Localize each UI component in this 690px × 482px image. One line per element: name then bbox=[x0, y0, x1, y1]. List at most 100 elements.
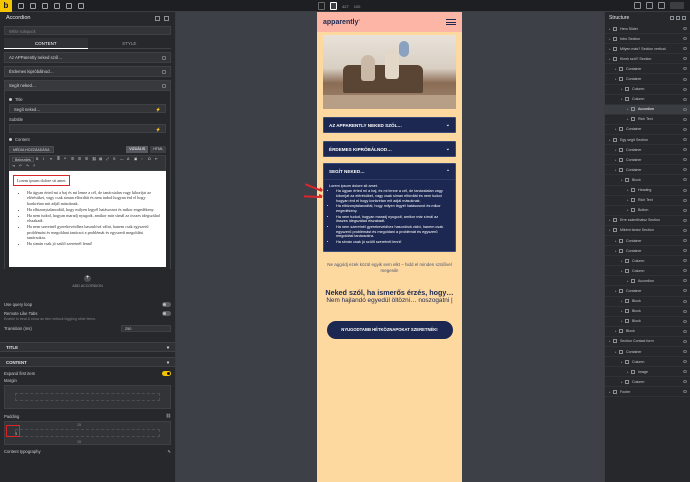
builder-logo[interactable]: b bbox=[0, 0, 12, 12]
structure-item[interactable]: ▸ Container bbox=[605, 74, 690, 85]
italic-icon[interactable]: I bbox=[43, 157, 48, 162]
title-input[interactable]: Segít neked… ⚡ bbox=[9, 104, 166, 113]
visibility-icon[interactable] bbox=[683, 127, 687, 131]
collapse-icon[interactable] bbox=[676, 16, 680, 20]
visibility-icon[interactable] bbox=[683, 350, 687, 354]
outdent-icon[interactable]: ⇤ bbox=[155, 157, 160, 162]
save-button[interactable] bbox=[670, 2, 684, 9]
visibility-icon[interactable] bbox=[683, 329, 687, 333]
link-icon[interactable]: ⛓ bbox=[92, 157, 97, 162]
visibility-icon[interactable] bbox=[683, 299, 687, 303]
accordion-title-3[interactable]: SEGÍT NEKED… ⌃ bbox=[324, 164, 455, 180]
more-icon[interactable]: ▤ bbox=[99, 157, 104, 162]
structure-item[interactable]: ▸ Container bbox=[605, 347, 690, 358]
visibility-icon[interactable] bbox=[683, 198, 687, 202]
add-media-button[interactable]: MÉDIA HOZZÁADÁSA bbox=[9, 146, 54, 153]
structure-item[interactable]: ▸ Block bbox=[605, 297, 690, 307]
expand-icon[interactable] bbox=[670, 16, 674, 20]
visibility-icon[interactable] bbox=[683, 168, 687, 172]
visibility-icon[interactable] bbox=[683, 269, 687, 273]
cta-button[interactable]: NYUGODTABB HÉTKÖZNAPOKAT SZERETNÉK! bbox=[326, 320, 453, 339]
size-readout[interactable]: 100 bbox=[354, 4, 361, 9]
structure-item[interactable]: ▸ Footer bbox=[605, 387, 690, 398]
padding-top-value[interactable]: 15 bbox=[77, 423, 81, 427]
close-icon[interactable] bbox=[682, 16, 686, 20]
visibility-icon[interactable] bbox=[683, 360, 687, 364]
structure-item[interactable]: ▸ Container bbox=[605, 246, 690, 257]
visibility-icon[interactable] bbox=[683, 37, 687, 41]
visual-mode-tab[interactable]: VIZUÁLIS bbox=[126, 146, 149, 153]
visibility-icon[interactable] bbox=[683, 148, 687, 152]
tab-content[interactable]: CONTENT bbox=[4, 38, 88, 49]
title-section-header[interactable]: TITLE ▾ bbox=[0, 342, 175, 352]
content-section-header[interactable]: CONTENT ▾ bbox=[0, 357, 175, 367]
numbered-list-icon[interactable]: ≣ bbox=[57, 157, 62, 162]
margin-control[interactable] bbox=[4, 385, 171, 409]
structure-item[interactable]: ▸ Section Contact form bbox=[605, 337, 690, 347]
accordion-title-2[interactable]: ÉRDEMES KIPRÓBÁLNOD… ⌄ bbox=[323, 141, 456, 157]
visibility-icon[interactable] bbox=[683, 319, 687, 323]
visibility-icon[interactable] bbox=[683, 107, 687, 111]
accordion-item-3[interactable]: Segít neked… bbox=[4, 80, 171, 91]
structure-item[interactable]: ▸ Container bbox=[605, 125, 690, 136]
visibility-icon[interactable] bbox=[683, 158, 687, 162]
visibility-icon[interactable] bbox=[683, 57, 687, 61]
structure-item[interactable]: ▸ Hero Slider bbox=[605, 24, 690, 35]
structure-item[interactable]: ▸ Accordion bbox=[605, 276, 690, 287]
align-left-icon[interactable]: ☰ bbox=[71, 157, 76, 162]
structure-item[interactable]: ▸ Container bbox=[605, 145, 690, 156]
redo-icon[interactable] bbox=[646, 2, 653, 9]
close-icon[interactable] bbox=[164, 15, 169, 21]
structure-item[interactable]: ▸ Erre számíthatsz Section bbox=[605, 216, 690, 226]
structure-item[interactable]: ▸ Column bbox=[605, 85, 690, 95]
structure-item[interactable]: ▸ Container bbox=[605, 155, 690, 166]
structure-item[interactable]: ▸ Image bbox=[605, 367, 690, 378]
hamburger-icon[interactable] bbox=[446, 19, 456, 25]
quote-icon[interactable]: ❝ bbox=[64, 157, 69, 162]
visibility-icon[interactable] bbox=[683, 339, 687, 343]
zoom-readout[interactable]: 427 bbox=[342, 4, 349, 9]
accordion-item-1[interactable]: Az APParently neked szól… bbox=[4, 52, 171, 63]
accordion-title-1[interactable]: AZ APPARENTLY NEKED SZÓL… ⌄ bbox=[323, 117, 456, 133]
structure-item[interactable]: ▸ Block bbox=[605, 317, 690, 327]
visibility-icon[interactable] bbox=[683, 239, 687, 243]
visibility-icon[interactable] bbox=[683, 117, 687, 121]
structure-item[interactable]: ▸ Column bbox=[605, 95, 690, 105]
structure-item[interactable]: ▸ Container bbox=[605, 64, 690, 75]
preview-icon[interactable] bbox=[658, 2, 665, 9]
structure-item[interactable]: ▸ Block bbox=[605, 307, 690, 317]
templates-icon[interactable] bbox=[66, 3, 72, 9]
add-element-icon[interactable] bbox=[18, 3, 24, 9]
align-right-icon[interactable]: ☰ bbox=[85, 157, 90, 162]
delete-icon[interactable] bbox=[162, 69, 166, 74]
padding-bottom-value[interactable]: 15 bbox=[77, 440, 81, 444]
hr-icon[interactable]: — bbox=[120, 157, 125, 162]
visibility-icon[interactable] bbox=[683, 67, 687, 71]
bold-icon[interactable]: B bbox=[36, 157, 41, 162]
settings-icon[interactable] bbox=[42, 3, 48, 9]
expand-first-toggle[interactable] bbox=[162, 371, 171, 376]
edit-icon[interactable]: ✎ bbox=[167, 449, 171, 454]
structure-item[interactable]: ▸ Column bbox=[605, 266, 690, 277]
structure-item[interactable]: ▸ Miként fantor Section bbox=[605, 226, 690, 236]
visibility-icon[interactable] bbox=[683, 309, 687, 313]
subtitle-input[interactable]: ⚡ bbox=[9, 124, 166, 133]
visibility-icon[interactable] bbox=[683, 77, 687, 81]
visibility-icon[interactable] bbox=[683, 138, 687, 142]
structure-item[interactable]: ▸ Column bbox=[605, 256, 690, 267]
content-editor[interactable]: Lorem ipsum dolore sit amet. Ha úgyan ér… bbox=[9, 171, 166, 267]
visibility-icon[interactable] bbox=[683, 178, 687, 182]
visibility-icon[interactable] bbox=[683, 279, 687, 283]
visibility-icon[interactable] bbox=[683, 228, 687, 232]
add-accordion-button[interactable]: + ADD ACCORDION bbox=[0, 275, 175, 288]
structure-item[interactable]: ▸ Intro Section bbox=[605, 34, 690, 45]
paste-icon[interactable]: ▣ bbox=[134, 157, 139, 162]
use-query-loop-toggle[interactable] bbox=[162, 302, 171, 307]
text-color-icon[interactable]: A bbox=[127, 157, 132, 162]
clear-format-icon[interactable]: ◌ bbox=[141, 157, 146, 162]
structure-item[interactable]: ▸ Column bbox=[605, 377, 690, 388]
visibility-icon[interactable] bbox=[683, 370, 687, 374]
visibility-icon[interactable] bbox=[683, 259, 687, 263]
visibility-icon[interactable] bbox=[683, 87, 687, 91]
structure-item[interactable]: ▸ Container bbox=[605, 165, 690, 176]
